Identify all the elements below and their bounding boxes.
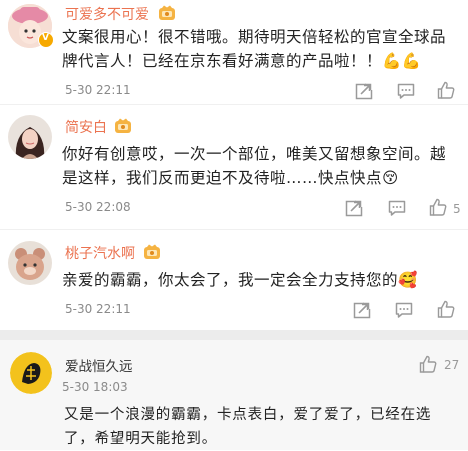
comment-item: 可爱多不可爱 文案很用心！很不错哦。期待明天倍轻松的官宣全球品牌代言人！已经在京…: [0, 0, 468, 104]
comment-item: 简安白 你好有创意哎，一次一个部位，唯美又留想象空间。越是这样，我们反而更迫不及…: [0, 104, 468, 230]
comment-icon[interactable]: [396, 81, 416, 101]
ink-logo-avatar[interactable]: [10, 352, 52, 394]
comment-icon[interactable]: [387, 198, 407, 218]
comment-time: 5-30 22:11: [65, 83, 131, 97]
vip-crown-badge-icon: [114, 118, 132, 134]
comment-icon[interactable]: [394, 300, 414, 320]
comment-text: 亲爱的霸霸，你太会了，我一定会全力支持您的🥰: [62, 271, 418, 289]
comment-time: 5-30 22:11: [65, 302, 131, 316]
username[interactable]: 可爱多不可爱: [65, 4, 149, 24]
username[interactable]: 桃子汽水啊: [65, 243, 135, 263]
section-divider: [0, 330, 468, 340]
comment-text: 又是一个浪漫的霸霸，卡点表白，爱了爱了，已经在选了，希望明天能抢到。: [64, 407, 432, 447]
like-icon[interactable]: [436, 80, 456, 100]
like-count: 5: [453, 202, 461, 216]
like-count: 27: [444, 358, 460, 372]
username[interactable]: 爱战恒久远: [65, 355, 133, 375]
plush-toy-avatar[interactable]: [8, 241, 52, 285]
like-icon[interactable]: [436, 299, 456, 319]
vip-crown-badge-icon: [158, 5, 176, 21]
girl-photo-avatar[interactable]: [8, 115, 52, 159]
vip-crown-badge-icon: [143, 244, 161, 260]
comment-item: 桃子汽水啊 亲爱的霸霸，你太会了，我一定会全力支持您的🥰 5-30 22:11: [0, 229, 468, 331]
comment-item: 爱战恒久远 5-30 18:03 27 又是一个浪漫的霸霸，卡点表白，爱了爱了，…: [0, 340, 468, 450]
comment-text: 文案很用心！很不错哦。期待明天倍轻松的官宣全球品牌代言人！已经在京东看好满意的产…: [62, 28, 447, 70]
username[interactable]: 简安白: [65, 117, 107, 137]
comment-time: 5-30 18:03: [62, 380, 128, 394]
like-icon[interactable]: [428, 197, 448, 217]
comment-time: 5-30 22:08: [65, 200, 131, 214]
verified-badge-icon: [38, 32, 54, 48]
comment-text: 你好有创意哎，一次一个部位，唯美又留想象空间。越是这样，我们反而更迫不及待啦………: [62, 145, 447, 187]
like-icon[interactable]: [418, 354, 438, 374]
share-icon[interactable]: [354, 81, 374, 101]
share-icon[interactable]: [344, 198, 364, 218]
share-icon[interactable]: [352, 300, 372, 320]
